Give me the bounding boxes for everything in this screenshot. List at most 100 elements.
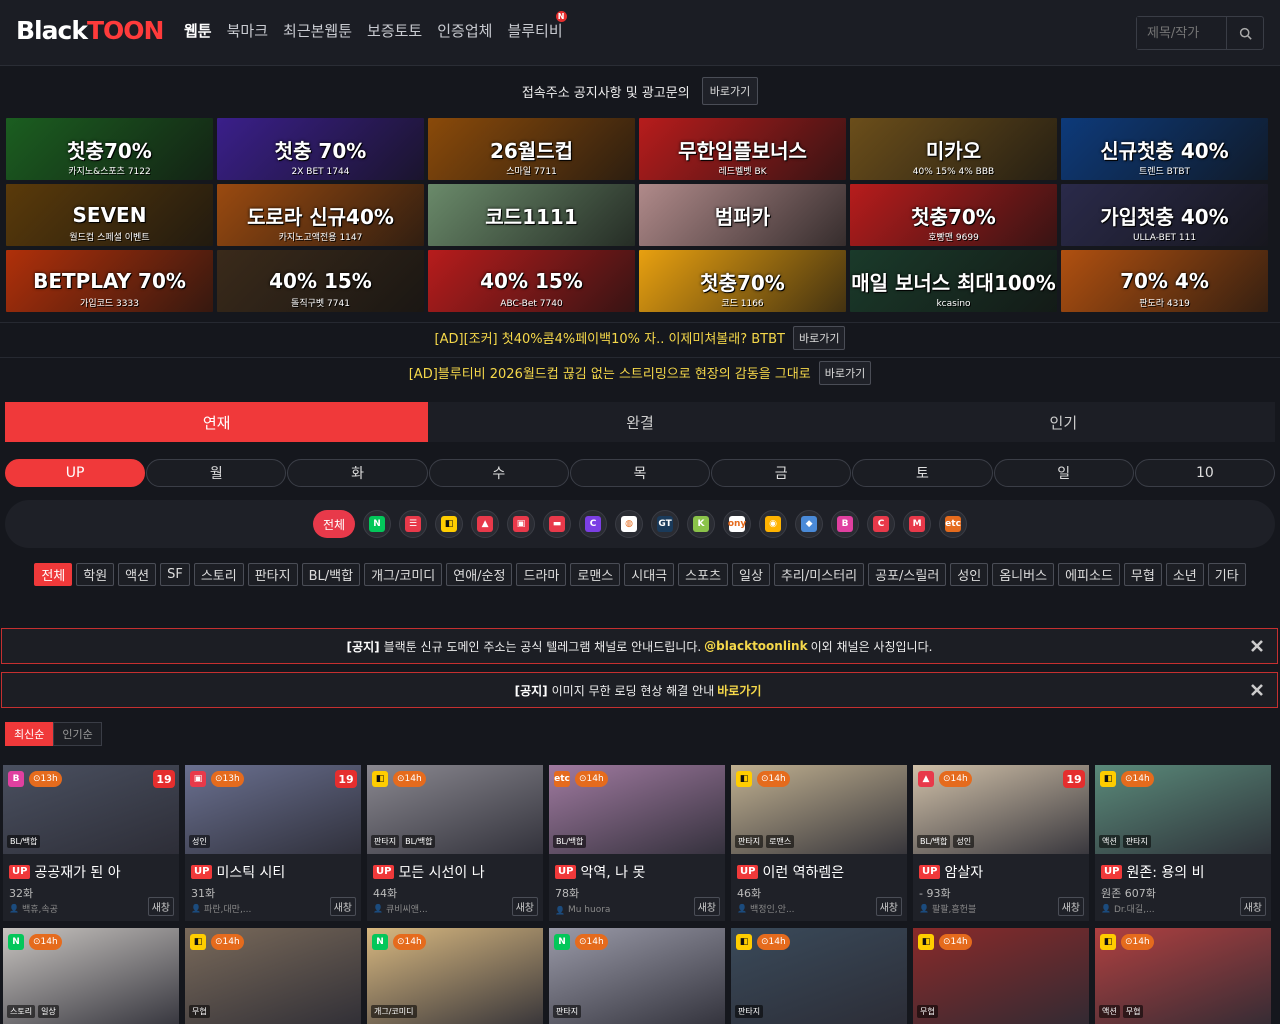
thumbnail[interactable]: ◧ ⊙14h 판타지 BL/백합 (367, 765, 543, 854)
card-title[interactable]: UP 공공재가 된 아 (9, 862, 173, 882)
platform-button[interactable]: GT (651, 510, 680, 538)
tab-1[interactable]: 완결 (428, 402, 851, 442)
thumbnail[interactable]: ◧ ⊙14h 무협 (913, 928, 1089, 1024)
new-window-button[interactable]: 새창 (875, 897, 902, 916)
genre-button[interactable]: 옴니버스 (992, 563, 1055, 586)
ad-go-button[interactable]: 바로가기 (792, 325, 846, 350)
webtoon-card[interactable]: N ⊙14h 개그/코미디 (367, 928, 543, 1024)
ad-banner[interactable]: 도로라 신규40% 카지노고액전용 1147 (217, 184, 424, 246)
genre-button[interactable]: 에피소드 (1058, 563, 1120, 586)
tab-2[interactable]: 인기 (852, 402, 1275, 442)
card-title[interactable]: UP 암살자 (919, 862, 1083, 882)
thumbnail[interactable]: ◧ ⊙14h 무협 (185, 928, 361, 1024)
ad-banner[interactable]: BETPLAY 70% 가입코드 3333 (6, 250, 213, 312)
ad-banner[interactable]: 70% 4% 판도라 4319 (1061, 250, 1268, 312)
day-tab[interactable]: UP (5, 459, 146, 487)
genre-button[interactable]: 기타 (1207, 563, 1246, 586)
card-title[interactable]: UP 모든 시선이 나 (373, 862, 537, 882)
sort-tab[interactable]: 인기순 (53, 722, 102, 746)
ad-banner[interactable]: 무한입플보너스 레드벨벳 BK (639, 118, 846, 180)
ad-banner[interactable]: 가입첫충 40% ULLA-BET 111 (1061, 184, 1268, 246)
nav-item[interactable]: 최근본웹툰 (283, 20, 352, 41)
platform-all-button[interactable]: 전체 (312, 510, 356, 538)
thumbnail[interactable]: ◧ ⊙14h 판타지 (731, 928, 907, 1024)
ad-text[interactable]: [AD][조커] 첫40%콤4%페이백10% 자.. 이제미쳐볼래? BTBT (435, 328, 785, 347)
ad-banner[interactable]: 범퍼카 (639, 184, 846, 246)
platform-button[interactable]: ▲ (471, 510, 500, 538)
search-input[interactable] (1137, 17, 1227, 49)
nav-item[interactable]: 북마크 (227, 20, 268, 41)
platform-button[interactable]: ◍ (615, 510, 644, 538)
ad-banner[interactable]: 첫충70% 호빵맨 9699 (850, 184, 1057, 246)
day-tab[interactable]: 화 (287, 459, 428, 487)
new-window-button[interactable]: 새창 (1239, 897, 1266, 916)
platform-button[interactable]: ☰ (399, 510, 428, 538)
webtoon-card[interactable]: ◧ ⊙14h 판타지 로맨스 UP 이런 역하렘은 46화 👤 백정인,안... 새창 (731, 765, 907, 921)
card-title[interactable]: UP 미스틱 시티 (191, 862, 355, 882)
ad-banner[interactable]: 미카오 40% 15% 4% BBB (850, 118, 1057, 180)
webtoon-card[interactable]: ◧ ⊙14h 판타지 BL/백합 UP 모든 시선이 나 44화 👤 큐비씨앤... 새창 (367, 765, 543, 921)
card-title[interactable]: UP 악역, 나 못 (555, 862, 719, 882)
webtoon-card[interactable]: ▣ ⊙13h 19 성인 UP 미스틱 시티 31화 👤 파란,대만,... 새창 (185, 765, 361, 921)
platform-button[interactable]: C (579, 510, 608, 538)
genre-button[interactable]: 판타지 (247, 563, 298, 586)
platform-button[interactable]: C (867, 510, 896, 538)
thumbnail[interactable]: N ⊙14h 개그/코미디 (367, 928, 543, 1024)
close-icon[interactable] (1249, 682, 1265, 698)
platform-button[interactable]: ◉ (759, 510, 788, 538)
nav-item[interactable]: 웹툰 (184, 20, 212, 41)
ad-banner[interactable]: 첫충 70% 2X BET 1744 (217, 118, 424, 180)
new-window-button[interactable]: 새창 (1057, 897, 1084, 916)
genre-button[interactable]: BL/백합 (301, 563, 361, 586)
webtoon-card[interactable]: ◧ ⊙14h 무협 (185, 928, 361, 1024)
genre-button[interactable]: 추리/미스터리 (773, 563, 865, 586)
thumbnail[interactable]: ▲ ⊙14h 19 BL/백합 성인 (913, 765, 1089, 854)
platform-button[interactable]: K (687, 510, 716, 538)
webtoon-card[interactable]: B ⊙13h 19 BL/백합 UP 공공재가 된 아 32화 👤 백휴,속공 새창 (3, 765, 179, 921)
ad-banner[interactable]: 코드1111 (428, 184, 635, 246)
platform-button[interactable]: ◧ (435, 510, 464, 538)
genre-button[interactable]: 액션 (118, 563, 157, 586)
notice-link[interactable]: @blacktoonlink (704, 639, 807, 653)
thumbnail[interactable]: ◧ ⊙14h 액션 판타지 (1095, 765, 1271, 854)
genre-button[interactable]: 성인 (950, 563, 989, 586)
day-tab[interactable]: 금 (711, 459, 852, 487)
day-tab[interactable]: 수 (428, 459, 569, 487)
notice-link[interactable]: 바로가기 (717, 682, 761, 699)
platform-button[interactable]: B (831, 510, 860, 538)
thumbnail[interactable]: N ⊙14h 스토리 일상 (3, 928, 179, 1024)
search-button[interactable] (1227, 17, 1263, 49)
ad-banner[interactable]: 첫충70% 카지노&스포츠 7122 (6, 118, 213, 180)
day-tab[interactable]: 10 (1134, 459, 1275, 487)
genre-button[interactable]: 로맨스 (570, 563, 621, 586)
new-window-button[interactable]: 새창 (693, 897, 720, 916)
new-window-button[interactable]: 새창 (511, 897, 538, 916)
genre-button[interactable]: 소년 (1165, 563, 1204, 586)
ad-go-button[interactable]: 바로가기 (818, 360, 872, 385)
thumbnail[interactable]: N ⊙14h 판타지 (549, 928, 725, 1024)
thumbnail[interactable]: B ⊙13h 19 BL/백합 (3, 765, 179, 854)
tab-0[interactable]: 연재 (5, 402, 429, 442)
platform-button[interactable]: etc (939, 510, 968, 538)
genre-button[interactable]: 무협 (1123, 563, 1162, 586)
nav-item[interactable]: 인증업체 (437, 20, 492, 41)
ad-banner[interactable]: 40% 15% ABC-Bet 7740 (428, 250, 635, 312)
genre-button[interactable]: 일상 (732, 563, 770, 586)
webtoon-card[interactable]: ◧ ⊙14h 액션 무협 (1095, 928, 1271, 1024)
ad-banner[interactable]: 매일 보너스 최대100% kcasino (850, 250, 1057, 312)
genre-button[interactable]: 개그/코미디 (364, 563, 443, 586)
close-icon[interactable] (1249, 638, 1265, 654)
platform-button[interactable]: N (363, 510, 392, 538)
platform-button[interactable]: ▣ (507, 510, 536, 538)
thumbnail[interactable]: ▣ ⊙13h 19 성인 (185, 765, 361, 854)
thumbnail[interactable]: etc ⊙14h BL/백합 (549, 765, 725, 854)
day-tab[interactable]: 일 (993, 459, 1134, 487)
genre-button[interactable]: 드라마 (516, 563, 567, 586)
new-window-button[interactable]: 새창 (147, 897, 174, 916)
platform-button[interactable]: ony (723, 510, 752, 538)
webtoon-card[interactable]: N ⊙14h 스토리 일상 (3, 928, 179, 1024)
thumbnail[interactable]: ◧ ⊙14h 액션 무협 (1095, 928, 1271, 1024)
nav-item[interactable]: 블루티비 N (507, 11, 567, 41)
webtoon-card[interactable]: N ⊙14h 판타지 (549, 928, 725, 1024)
genre-button[interactable]: 공포/스릴러 (868, 563, 947, 586)
